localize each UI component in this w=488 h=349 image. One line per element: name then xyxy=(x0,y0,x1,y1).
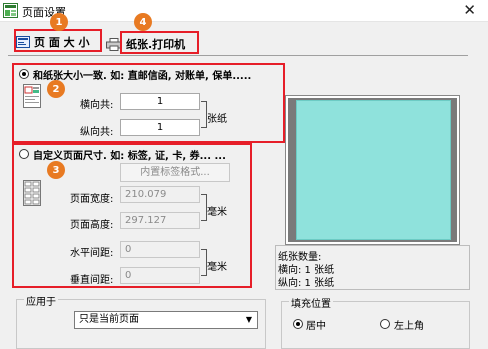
horizontal-count-input[interactable]: 1 xyxy=(120,93,200,110)
size-unit-label: 毫米 xyxy=(207,207,227,218)
fit-paper-radio[interactable] xyxy=(19,69,29,79)
highlight-tab-paper-printer xyxy=(120,31,199,54)
h-spacing-label: 水平间距: xyxy=(70,248,114,259)
chevron-down-icon[interactable]: ▼ xyxy=(242,313,256,327)
h-spacing-input[interactable]: 0 xyxy=(120,241,200,258)
badge-4: 4 xyxy=(134,13,152,31)
app-icon xyxy=(3,3,18,18)
badge-1: 1 xyxy=(50,13,68,31)
title-bar: 页面设置 ✕ xyxy=(0,0,488,22)
v-spacing-label: 垂直间距: xyxy=(70,275,114,286)
vertical-count-input[interactable]: 1 xyxy=(120,119,200,136)
custom-size-label: 自定义页面尺寸. 如: 标签, 证, 卡, 券... ... xyxy=(33,151,226,162)
sheet-unit-label: 张纸 xyxy=(207,114,227,125)
page-width-input[interactable]: 210.079 xyxy=(120,186,200,203)
apply-to-select[interactable]: 只是当前页面 ▼ xyxy=(74,311,258,329)
builtin-label-format-button[interactable]: 内置标签格式... xyxy=(120,163,230,182)
page-width-label: 页面宽度: xyxy=(70,194,114,205)
fill-topleft-radio[interactable] xyxy=(380,319,390,329)
badge-2: 2 xyxy=(47,80,65,98)
page-height-input[interactable]: 297.127 xyxy=(120,212,200,229)
fit-paper-label: 和纸张大小一致. 如: 直邮信函, 对账单, 保单..... xyxy=(33,71,252,82)
horizontal-count-label: 横向共: xyxy=(80,100,114,111)
label-sheet-icon xyxy=(23,180,41,206)
fill-position-group-label: 填充位置 xyxy=(289,295,333,310)
badge-3: 3 xyxy=(47,161,65,179)
close-icon[interactable]: ✕ xyxy=(463,1,476,19)
fill-center-label: 居中 xyxy=(306,321,326,332)
custom-size-radio[interactable] xyxy=(19,149,29,159)
page-height-label: 页面高度: xyxy=(70,220,114,231)
vertical-count-label: 纵向共: xyxy=(80,127,114,138)
fill-center-radio[interactable] xyxy=(293,319,303,329)
v-spacing-input[interactable]: 0 xyxy=(120,267,200,284)
apply-to-group-label: 应用于 xyxy=(24,293,58,308)
apply-to-selected-value: 只是当前页面 xyxy=(79,314,139,325)
paper-count-vertical: 纵向: 1 张纸 xyxy=(278,278,335,289)
fit-page-thumbnail-icon xyxy=(23,84,41,108)
spacing-unit-label: 毫米 xyxy=(207,262,227,273)
tab-underline xyxy=(8,55,468,56)
highlight-tab-page-size xyxy=(14,29,102,52)
fill-topleft-label: 左上角 xyxy=(394,321,424,332)
preview-page xyxy=(296,100,451,240)
